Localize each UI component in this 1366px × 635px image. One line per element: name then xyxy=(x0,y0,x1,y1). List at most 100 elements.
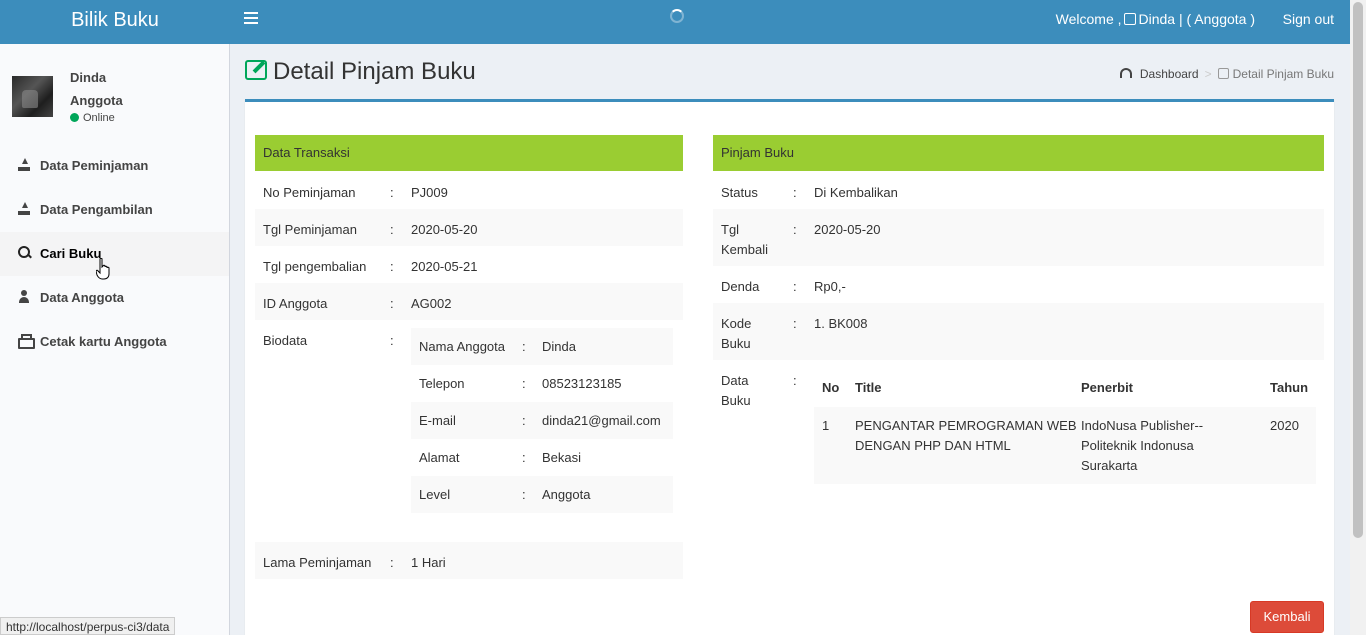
cell-no: 1 xyxy=(822,418,830,433)
label-tgl-kembali: Tgl Kembali xyxy=(721,220,768,260)
row-tgl-kembali: Tgl Kembali : 2020-05-20 xyxy=(713,209,1324,266)
search-icon xyxy=(18,246,32,260)
label-no-peminjaman: No Peminjaman xyxy=(263,185,356,200)
bio-row-email: E-mail : dinda21@gmail.com xyxy=(411,402,673,439)
value-tgl-kembali: 2020-05-20 xyxy=(814,222,881,237)
label-id-anggota: ID Anggota xyxy=(263,296,328,311)
label-biodata: Biodata xyxy=(263,333,308,348)
separator: : xyxy=(793,316,797,331)
separator: : xyxy=(522,450,526,465)
value-kode-buku: 1. BK008 xyxy=(814,316,868,331)
sidebar-item-data-anggota[interactable]: Data Anggota xyxy=(0,276,229,320)
separator: : xyxy=(793,222,797,237)
separator: : xyxy=(390,259,394,274)
breadcrumb-home[interactable]: Dashboard xyxy=(1140,67,1199,81)
value-id-anggota: AG002 xyxy=(411,296,452,311)
panel-heading-transaksi: Data Transaksi xyxy=(255,135,683,171)
row-no-peminjaman: No Peminjaman : PJ009 xyxy=(255,172,683,209)
sidebar-item-data-peminjaman[interactable]: Data Peminjaman xyxy=(0,144,229,188)
separator: : xyxy=(522,413,526,428)
column-header-title: Title xyxy=(855,380,882,395)
separator: : xyxy=(390,222,394,237)
bio-row-alamat: Alamat : Bekasi xyxy=(411,439,673,476)
print-icon xyxy=(18,334,35,349)
cell-penerbit-line: IndoNusa Publisher-- xyxy=(1081,418,1204,433)
column-header-penerbit: Penerbit xyxy=(1081,380,1134,395)
label-line: Tgl xyxy=(721,222,740,237)
label-line: Buku xyxy=(721,393,751,408)
upload-icon xyxy=(18,202,32,216)
label-line: Buku xyxy=(721,336,751,351)
table-row: 1 PENGANTAR PEMROGRAMAN WEB DENGAN PHP D… xyxy=(814,407,1316,484)
separator: : xyxy=(793,279,797,294)
edit-icon xyxy=(245,60,267,80)
kembali-button[interactable]: Kembali xyxy=(1250,601,1324,633)
cell-tahun: 2020 xyxy=(1270,418,1299,433)
row-tgl-peminjaman: Tgl Peminjaman : 2020-05-20 xyxy=(255,209,683,246)
breadcrumb-separator: > xyxy=(1204,67,1212,81)
sidebar-menu: Data Peminjaman Data Pengambilan Cari Bu… xyxy=(0,144,229,364)
value-no-peminjaman: PJ009 xyxy=(411,185,448,200)
user-icon xyxy=(18,290,32,304)
sidebar-item-cari-buku[interactable]: Cari Buku xyxy=(0,232,229,276)
label-email: E-mail xyxy=(419,413,456,428)
cell-title-line: DENGAN PHP DAN HTML xyxy=(855,438,1011,453)
row-lama-peminjaman: Lama Peminjaman : 1 Hari xyxy=(255,542,683,579)
label-denda: Denda xyxy=(721,279,760,294)
label-nama: Nama Anggota xyxy=(419,339,506,354)
book-table-header: No Title Penerbit Tahun xyxy=(814,370,1316,406)
dashboard-icon xyxy=(1119,68,1132,78)
online-label: Online xyxy=(83,112,115,124)
cell-penerbit-line: Surakarta xyxy=(1081,458,1138,473)
value-telepon: 08523123185 xyxy=(542,376,622,391)
page-scrollbar[interactable] xyxy=(1350,0,1366,635)
cell-title-line: PENGANTAR PEMROGRAMAN WEB xyxy=(855,418,1077,433)
app-logo[interactable]: Bilik Buku xyxy=(0,0,230,44)
top-navbar: Bilik Buku Welcome , Dinda | ( Anggota ) … xyxy=(0,0,1350,44)
row-tgl-pengembalian: Tgl pengembalian : 2020-05-21 xyxy=(255,246,683,283)
biodata-table: Nama Anggota : Dinda Telepon : 085231231… xyxy=(411,328,673,514)
welcome-text: Welcome , Dinda | ( Anggota ) xyxy=(1056,0,1255,38)
separator: : xyxy=(390,333,394,348)
separator: : xyxy=(793,373,797,388)
detail-box: Data Transaksi No Peminjaman : PJ009 Tgl… xyxy=(245,99,1334,635)
label-line: Data xyxy=(721,373,749,388)
sidebar-item-label: Cari Buku xyxy=(40,246,102,261)
user-name: Dinda xyxy=(70,70,107,85)
scrollbar-thumb[interactable] xyxy=(1353,2,1363,538)
bio-row-nama: Nama Anggota : Dinda xyxy=(411,328,673,365)
sidebar: Dinda Anggota Online Data Peminjaman Dat… xyxy=(0,44,230,635)
row-denda: Denda : Rp0,- xyxy=(713,266,1324,303)
label-telepon: Telepon xyxy=(419,376,465,391)
signout-link[interactable]: Sign out xyxy=(1283,0,1334,38)
sidebar-item-label: Data Pengambilan xyxy=(40,202,153,217)
breadcrumb-current: Detail Pinjam Buku xyxy=(1232,67,1334,81)
edit-icon xyxy=(1123,13,1136,25)
row-id-anggota: ID Anggota : AG002 xyxy=(255,283,683,320)
breadcrumb: Dashboard > Detail Pinjam Buku xyxy=(1119,67,1334,81)
label-data-buku: Data Buku xyxy=(721,371,751,411)
page-title: Detail Pinjam Buku xyxy=(245,58,476,86)
value-nama: Dinda xyxy=(542,339,576,354)
separator: : xyxy=(390,296,394,311)
online-status: Online xyxy=(70,112,115,124)
value-tgl-peminjaman: 2020-05-20 xyxy=(411,222,478,237)
loading-spinner-icon xyxy=(670,9,684,23)
bio-row-level: Level : Anggota xyxy=(411,476,673,513)
bio-row-telepon: Telepon : 08523123185 xyxy=(411,365,673,402)
row-status: Status : Di Kembalikan xyxy=(713,172,1324,209)
sidebar-toggle-icon[interactable] xyxy=(244,12,258,26)
label-tgl-peminjaman: Tgl Peminjaman xyxy=(263,222,357,237)
sidebar-item-cetak-kartu[interactable]: Cetak kartu Anggota xyxy=(0,320,229,364)
separator: : xyxy=(522,376,526,391)
value-lama-peminjaman: 1 Hari xyxy=(411,555,446,570)
value-alamat: Bekasi xyxy=(542,450,582,465)
label-level: Level xyxy=(419,487,451,502)
sidebar-item-data-pengambilan[interactable]: Data Pengambilan xyxy=(0,188,229,232)
page-title-text: Detail Pinjam Buku xyxy=(273,58,476,85)
online-dot-icon xyxy=(70,113,79,122)
welcome-user[interactable]: Dinda | ( Anggota ) xyxy=(1139,11,1255,27)
hand-cursor-icon xyxy=(96,258,110,280)
label-lama-peminjaman: Lama Peminjaman xyxy=(263,555,372,570)
upload-icon xyxy=(18,158,32,172)
